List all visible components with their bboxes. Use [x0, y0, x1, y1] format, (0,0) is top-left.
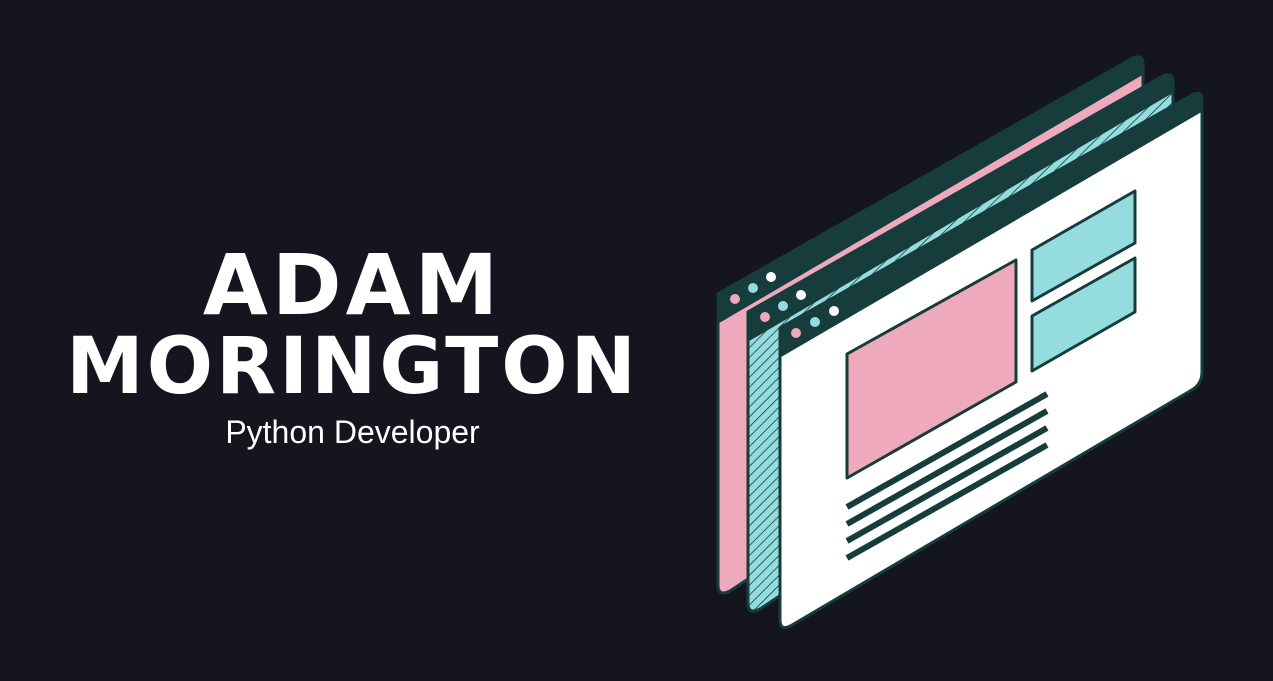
last-name: MORINGTON: [66, 322, 639, 412]
window-dot: [730, 294, 740, 304]
window-dot: [778, 301, 788, 311]
window-dot: [766, 272, 776, 282]
browser-windows-illustration: [700, 40, 1220, 650]
window-dot: [760, 312, 770, 322]
window-dot: [791, 328, 801, 338]
window-dot: [748, 283, 758, 293]
browser-windows-icon: [716, 55, 1204, 630]
window-dot: [810, 317, 820, 327]
window-dot: [796, 290, 806, 300]
window-dot: [829, 306, 839, 316]
hero-text: ADAM MORINGTON Python Developer: [0, 0, 705, 681]
job-title: Python Developer: [225, 414, 480, 450]
first-name: ADAM: [202, 236, 503, 334]
